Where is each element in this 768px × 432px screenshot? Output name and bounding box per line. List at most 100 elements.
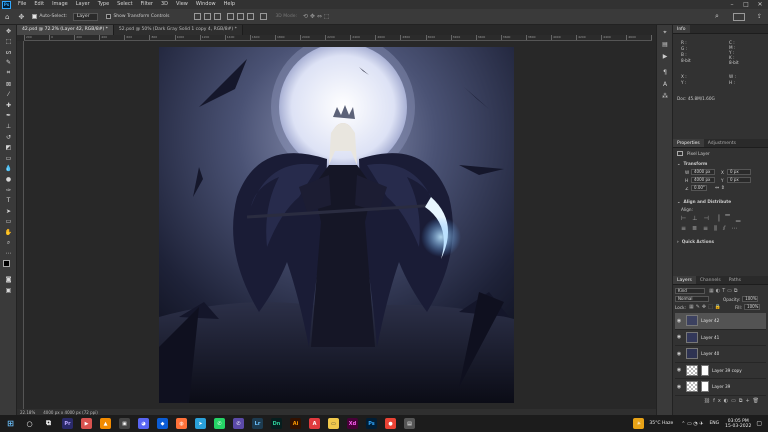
tab-info[interactable]: Info bbox=[673, 25, 690, 33]
lightroom-icon[interactable]: Lr bbox=[252, 418, 263, 429]
video-editor-icon[interactable]: ▣ bbox=[119, 418, 130, 429]
menu-select[interactable]: Select bbox=[113, 0, 136, 9]
workspace-icon[interactable] bbox=[732, 12, 745, 21]
align-left-icon[interactable] bbox=[194, 13, 202, 20]
tab-paths[interactable]: Paths bbox=[725, 276, 745, 284]
screen-mode-icon[interactable]: ▣ bbox=[3, 286, 14, 295]
visibility-eye-icon[interactable]: ◉ bbox=[675, 334, 683, 340]
eraser-tool-icon[interactable]: ◩ bbox=[3, 143, 14, 152]
search-icon[interactable]: ○ bbox=[24, 418, 35, 429]
layer-comps-icon[interactable]: ▶ bbox=[660, 53, 670, 61]
height-field[interactable]: 4000 px bbox=[691, 177, 715, 183]
menu-window[interactable]: Window bbox=[192, 0, 220, 9]
layer-filter-kind[interactable]: Kind bbox=[675, 288, 705, 294]
align-center-icon[interactable] bbox=[204, 13, 212, 20]
firefox-icon[interactable]: ◍ bbox=[176, 418, 187, 429]
weather-text[interactable]: 35°C Haze bbox=[649, 421, 673, 426]
eyedropper-tool-icon[interactable]: ⁄ bbox=[3, 90, 14, 99]
task-view-icon[interactable]: ⧉ bbox=[43, 418, 54, 429]
menu-type[interactable]: Type bbox=[94, 0, 113, 9]
pen-tool-icon[interactable]: ✑ bbox=[3, 186, 14, 195]
move-tool-icon[interactable]: ✥ bbox=[18, 13, 24, 21]
width-field[interactable]: 4000 px bbox=[691, 169, 715, 175]
menu-layer[interactable]: Layer bbox=[72, 0, 94, 9]
align-icons-row-1[interactable]: ⊢⊥⊣▕▔▁ bbox=[681, 215, 764, 222]
opacity-field[interactable]: 100% bbox=[742, 296, 759, 302]
layer-name[interactable]: Layer 42 bbox=[701, 318, 719, 323]
notifications-icon[interactable]: ▢ bbox=[756, 420, 762, 427]
history-brush-tool-icon[interactable]: ↺ bbox=[3, 133, 14, 142]
whatsapp-icon[interactable]: ✆ bbox=[214, 418, 225, 429]
align-bottom-icon[interactable] bbox=[247, 13, 255, 20]
viber-icon[interactable]: ✆ bbox=[233, 418, 244, 429]
chevron-down-icon[interactable]: ⌄ bbox=[677, 161, 681, 166]
illustrator-icon[interactable]: Ai bbox=[290, 418, 301, 429]
y-field[interactable]: 0 px bbox=[727, 177, 751, 183]
tab-channels[interactable]: Channels bbox=[696, 276, 725, 284]
layer-mask-thumbnail[interactable] bbox=[701, 381, 709, 393]
menu-filter[interactable]: Filter bbox=[137, 0, 157, 9]
align-top-icon[interactable] bbox=[227, 13, 235, 20]
type-tool-icon[interactable]: T bbox=[3, 196, 14, 205]
media-player-icon[interactable]: ▶ bbox=[81, 418, 92, 429]
layer-row-42[interactable]: ◉ Layer 42 bbox=[675, 313, 766, 330]
zoom-tool-icon[interactable]: ⌕ bbox=[3, 238, 14, 247]
align-right-icon[interactable] bbox=[214, 13, 222, 20]
telegram-icon[interactable]: ➤ bbox=[195, 418, 206, 429]
history-icon[interactable]: ⌖ bbox=[660, 29, 670, 37]
menu-3d[interactable]: 3D bbox=[157, 0, 172, 9]
layer-row-39-copy[interactable]: ◉ Layer 39 copy bbox=[675, 362, 766, 379]
tab-document-42[interactable]: 42.psd @ 72.2% (Layer 42, RGB/8#) * bbox=[17, 25, 114, 35]
tab-document-52[interactable]: 52.psd @ 50% (Dark Gray Solid 1 copy 4, … bbox=[113, 25, 243, 35]
file-explorer-icon[interactable]: ▭ bbox=[328, 418, 339, 429]
lasso-tool-icon[interactable]: ᔕ bbox=[3, 48, 14, 57]
filter-icons[interactable]: ▦◐T▭⧉ bbox=[709, 288, 739, 294]
discord-icon[interactable]: ◕ bbox=[138, 418, 149, 429]
flip-icons[interactable]: ⇔ ⇕ bbox=[715, 185, 725, 191]
document-canvas[interactable] bbox=[159, 47, 514, 403]
healing-brush-tool-icon[interactable]: ✚ bbox=[3, 101, 14, 110]
windows-icon[interactable]: ◆ bbox=[157, 418, 168, 429]
menu-edit[interactable]: Edit bbox=[30, 0, 48, 9]
lock-icons[interactable]: ▦✎✥⬚🔒 bbox=[689, 304, 723, 310]
paragraph-icon[interactable]: ¶ bbox=[660, 69, 670, 77]
visibility-eye-icon[interactable]: ◉ bbox=[675, 318, 683, 324]
visibility-eye-icon[interactable]: ◉ bbox=[675, 351, 683, 357]
chevron-right-icon[interactable]: › bbox=[677, 239, 679, 244]
dreamweaver-icon[interactable]: Dn bbox=[271, 418, 282, 429]
minimize-icon[interactable]: – bbox=[726, 0, 738, 9]
tab-properties[interactable]: Properties bbox=[673, 139, 704, 147]
clock[interactable]: 03:05 PM 15-03-2022 bbox=[725, 419, 751, 429]
auto-select-checkbox[interactable]: Auto-Select: bbox=[32, 14, 67, 19]
character-icon[interactable]: A bbox=[660, 81, 670, 89]
layer-row-39[interactable]: ◉ Layer 39 bbox=[675, 379, 766, 396]
layer-row-40[interactable]: ◉ Layer 40 bbox=[675, 346, 766, 363]
tab-layers[interactable]: Layers bbox=[673, 276, 696, 284]
menu-image[interactable]: Image bbox=[48, 0, 72, 9]
fill-field[interactable]: 100% bbox=[744, 304, 761, 310]
quick-mask-icon[interactable]: ◙ bbox=[3, 275, 14, 284]
vlc-icon[interactable]: ▲ bbox=[100, 418, 111, 429]
brush-settings-icon[interactable]: ▤ bbox=[660, 41, 670, 49]
visibility-eye-icon[interactable]: ◉ bbox=[675, 367, 683, 373]
brush-tool-icon[interactable]: ✒ bbox=[3, 111, 14, 120]
marquee-tool-icon[interactable]: ⬚ bbox=[3, 37, 14, 46]
auto-select-dropdown[interactable]: Layer bbox=[72, 12, 99, 21]
transform-controls-checkbox[interactable]: Show Transform Controls bbox=[106, 14, 169, 19]
blur-tool-icon[interactable]: 💧 bbox=[3, 164, 14, 173]
windows-start-icon[interactable]: ⊞ bbox=[5, 418, 16, 429]
blend-mode-select[interactable]: Normal bbox=[675, 296, 709, 302]
chrome-icon[interactable]: ● bbox=[385, 418, 396, 429]
frame-tool-icon[interactable]: ⊠ bbox=[3, 80, 14, 89]
menu-file[interactable]: File bbox=[14, 0, 30, 9]
distribute-icon[interactable] bbox=[260, 13, 268, 20]
layer-name[interactable]: Layer 40 bbox=[701, 351, 719, 356]
tab-adjustments[interactable]: Adjustments bbox=[704, 139, 740, 147]
gradient-tool-icon[interactable]: ▭ bbox=[3, 154, 14, 163]
crop-tool-icon[interactable]: ⌗ bbox=[3, 69, 14, 78]
clone-stamp-tool-icon[interactable]: ⊥ bbox=[3, 122, 14, 131]
share-icon[interactable]: ⇪ bbox=[757, 13, 762, 20]
color-swatches[interactable] bbox=[3, 259, 14, 274]
photoshop-taskbar-icon[interactable]: Ps bbox=[366, 418, 377, 429]
acrobat-icon[interactable]: A bbox=[309, 418, 320, 429]
